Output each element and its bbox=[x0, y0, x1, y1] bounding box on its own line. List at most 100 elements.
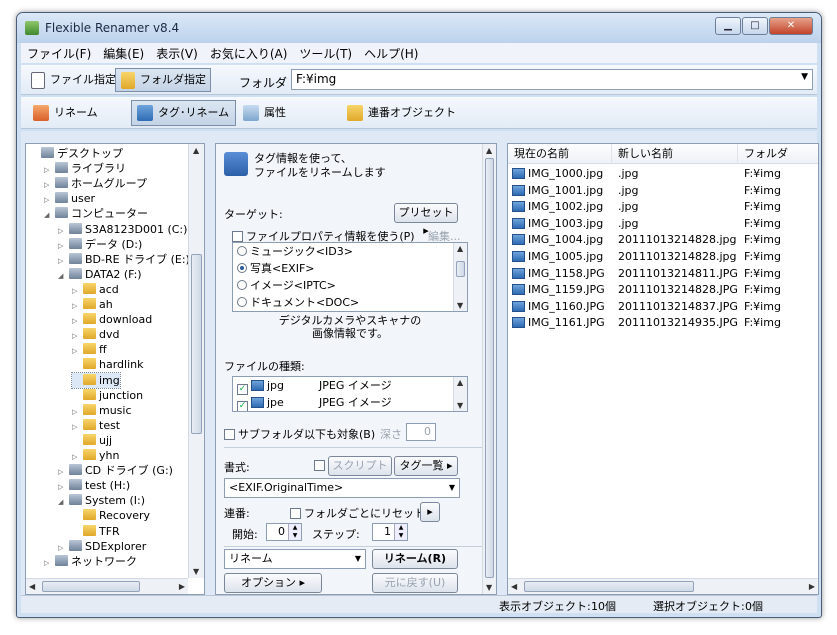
step-input[interactable]: 1 ▲ ▼ bbox=[372, 523, 408, 541]
tree-hscroll-thumb[interactable] bbox=[42, 581, 140, 592]
folder-tree[interactable]: デスクトップ ▷ ライブラリ ▷ ホームグループ ▷ user ◢ コンピューター ▷ S3A812… bbox=[25, 143, 205, 595]
scroll-right-icon[interactable]: ▶ bbox=[809, 582, 815, 591]
tag-type-photo[interactable]: 写真<EXIF> bbox=[237, 260, 315, 277]
scroll-down-icon[interactable]: ▼ bbox=[457, 401, 463, 410]
file-type-jpe[interactable]: ✓ jpe JPEG イメージ bbox=[237, 394, 392, 411]
tree-item[interactable]: junction bbox=[72, 388, 143, 403]
tree-item[interactable]: ▷ CD ドライブ (G:) bbox=[58, 463, 173, 478]
file-type-list[interactable]: ✓ jpg JPEG イメージ ✓ jpe JPEG イメージ ▲ ▼ bbox=[232, 376, 468, 412]
script-checkbox[interactable] bbox=[314, 460, 325, 471]
rename-tab[interactable]: リネーム bbox=[27, 100, 105, 126]
tag-type-scrollbar[interactable]: ▲ ▼ bbox=[453, 243, 467, 311]
preset-button[interactable]: プリセット ▸ bbox=[394, 203, 458, 237]
table-row[interactable]: IMG_1004.jpg 20111013214828.jpg F:¥img bbox=[508, 232, 818, 248]
table-row[interactable]: IMG_1002.jpg .jpg F:¥img bbox=[508, 199, 818, 215]
column-new-name[interactable]: 新しい名前 bbox=[612, 144, 738, 164]
scroll-up-icon[interactable]: ▲ bbox=[193, 146, 199, 155]
table-row[interactable]: IMG_1003.jpg .jpg F:¥img bbox=[508, 216, 818, 232]
table-row[interactable]: IMG_1005.jpg 20111013214828.jpg F:¥img bbox=[508, 249, 818, 265]
tree-item[interactable]: ▷ データ (D:) bbox=[58, 237, 142, 252]
column-folder[interactable]: フォルダ bbox=[738, 144, 818, 164]
tree-item[interactable]: img bbox=[71, 371, 121, 389]
sequential-tab[interactable]: 連番オブジェクト bbox=[341, 100, 463, 126]
file-type-scrollbar[interactable]: ▲ ▼ bbox=[453, 377, 467, 411]
tree-item[interactable]: ▷ ホームグループ bbox=[44, 176, 147, 191]
dropdown-arrow-icon[interactable]: ▼ bbox=[355, 550, 361, 568]
tree-item[interactable]: ▷ test bbox=[72, 418, 120, 433]
minimize-button[interactable]: ▁ bbox=[715, 17, 741, 35]
expand-icon[interactable]: ◢ bbox=[44, 208, 53, 223]
tree-item[interactable]: ▷ music bbox=[72, 403, 132, 418]
tree-item[interactable]: ▷ dvd bbox=[72, 327, 119, 342]
tree-item[interactable]: ▷ acd bbox=[72, 282, 119, 297]
menu-view[interactable]: 表示(V) bbox=[150, 45, 204, 62]
dropdown-arrow-icon[interactable]: ▼ bbox=[801, 72, 808, 82]
folder-path-combo[interactable]: F:¥img ▼ bbox=[291, 69, 813, 90]
tree-item[interactable]: ▷ download bbox=[72, 312, 152, 327]
scroll-up-icon[interactable]: ▲ bbox=[457, 378, 463, 387]
format-input[interactable]: <EXIF.OriginalTime> ▼ bbox=[224, 478, 460, 498]
tree-item[interactable]: ◢ DATA2 (F:) bbox=[58, 267, 142, 282]
table-row[interactable]: IMG_1000.jpg .jpg F:¥img bbox=[508, 166, 818, 182]
tree-item[interactable]: ▷ test (H:) bbox=[58, 478, 130, 493]
tree-item[interactable]: ▷ BD-RE ドライブ (E:) / bbox=[58, 252, 197, 267]
tree-item[interactable]: ujj bbox=[72, 433, 112, 448]
column-current-name[interactable]: 現在の名前 bbox=[508, 144, 612, 164]
close-button[interactable]: ✕ bbox=[769, 17, 813, 35]
start-input[interactable]: 0 ▲ ▼ bbox=[266, 523, 302, 541]
spin-arrows-icon[interactable]: ▲ ▼ bbox=[394, 524, 407, 540]
list-horizontal-scrollbar[interactable]: ◀ ▶ bbox=[508, 578, 818, 594]
tag-type-list[interactable]: ミュージック<ID3> 写真<EXIF> イメージ<IPTC> ドキュメント<D… bbox=[232, 242, 468, 312]
tag-rename-tab[interactable]: タグ･リネーム bbox=[131, 100, 237, 126]
tree-item[interactable]: ▷ S3A8123D001 (C:) bbox=[58, 222, 187, 237]
tree-scroll-thumb[interactable] bbox=[191, 254, 202, 434]
file-list[interactable]: 現在の名前 新しい名前 フォルダ IMG_1000.jpg .jpg F:¥img I… bbox=[507, 143, 819, 595]
scroll-up-icon[interactable]: ▲ bbox=[486, 146, 492, 155]
scroll-right-icon[interactable]: ▶ bbox=[179, 582, 185, 591]
expand-icon[interactable]: ◢ bbox=[58, 269, 67, 284]
attributes-tab[interactable]: 属性 bbox=[237, 100, 293, 126]
tree-item[interactable]: ▷ yhn bbox=[72, 448, 119, 463]
seq-menu-button[interactable]: ▸ bbox=[420, 502, 440, 522]
subfolder-checkbox[interactable]: サブフォルダ以下も対象(B) bbox=[224, 426, 375, 442]
menu-file[interactable]: ファイル(F) bbox=[21, 45, 97, 62]
tag-type-document[interactable]: ドキュメント<DOC> bbox=[237, 294, 359, 311]
tree-item[interactable]: ▷ ライブラリ bbox=[44, 161, 126, 176]
panel-scroll-thumb[interactable] bbox=[485, 158, 494, 578]
scroll-down-icon[interactable]: ▼ bbox=[457, 301, 463, 310]
tree-item[interactable]: Recovery bbox=[72, 508, 150, 523]
undo-button[interactable]: 元に戻す(U) bbox=[372, 573, 458, 593]
depth-input[interactable]: 0 bbox=[406, 423, 436, 441]
tree-item[interactable]: ◢ System (I:) bbox=[58, 493, 145, 508]
scroll-down-icon[interactable]: ▼ bbox=[193, 567, 199, 576]
options-button[interactable]: オプション ▸ bbox=[224, 573, 322, 593]
tree-item[interactable]: ▷ ff bbox=[72, 342, 107, 357]
tree-item[interactable]: ▷ ネットワーク bbox=[44, 554, 137, 569]
tree-item[interactable]: ▷ ah bbox=[72, 297, 113, 312]
tree-item[interactable]: ▷ SDExplorer bbox=[58, 539, 146, 554]
table-row[interactable]: IMG_1159.JPG 20111013214828.JPG F:¥img bbox=[508, 282, 818, 298]
scroll-up-icon[interactable]: ▲ bbox=[457, 244, 463, 253]
tag-type-music[interactable]: ミュージック<ID3> bbox=[237, 243, 353, 260]
rename-button[interactable]: リネーム(R) bbox=[372, 549, 458, 569]
menu-edit[interactable]: 編集(E) bbox=[97, 45, 150, 62]
panel-scrollbar[interactable]: ▲ ▼ bbox=[482, 144, 496, 594]
tag-type-image[interactable]: イメージ<IPTC> bbox=[237, 277, 336, 294]
tree-item[interactable]: TFR bbox=[72, 524, 120, 539]
expand-icon[interactable]: ◢ bbox=[58, 495, 67, 510]
reset-per-folder-checkbox[interactable]: フォルダごとにリセット bbox=[290, 505, 425, 521]
table-row[interactable]: IMG_1160.JPG 20111013214837.JPG F:¥img bbox=[508, 299, 818, 315]
tree-horizontal-scrollbar[interactable]: ◀ ▶ bbox=[26, 578, 188, 594]
tree-item[interactable]: ▷ user bbox=[44, 191, 95, 206]
expand-icon[interactable]: ▷ bbox=[44, 556, 53, 571]
table-row[interactable]: IMG_1161.JPG 20111013214935.JPG F:¥img bbox=[508, 315, 818, 331]
list-hscroll-thumb[interactable] bbox=[524, 581, 694, 592]
action-select[interactable]: リネーム ▼ bbox=[224, 549, 366, 569]
maximize-button[interactable]: □ bbox=[742, 17, 768, 35]
checkbox-checked-icon[interactable]: ✓ bbox=[237, 401, 248, 411]
folder-mode-button[interactable]: フォルダ指定 bbox=[115, 68, 211, 92]
tree-vertical-scrollbar[interactable]: ▲ ▼ bbox=[188, 144, 204, 578]
dropdown-arrow-icon[interactable]: ▼ bbox=[449, 479, 455, 497]
file-mode-button[interactable]: ファイル指定 bbox=[25, 68, 121, 92]
scroll-left-icon[interactable]: ◀ bbox=[511, 582, 517, 591]
